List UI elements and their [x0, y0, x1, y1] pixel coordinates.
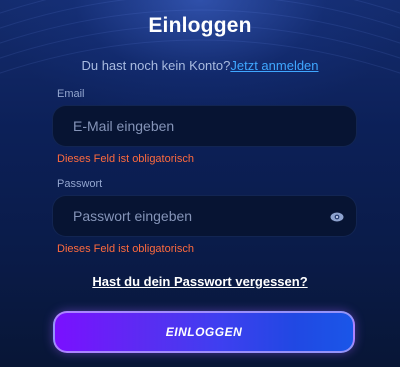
signup-link[interactable]: Jetzt anmelden [230, 58, 318, 73]
password-field[interactable] [53, 196, 356, 236]
login-button[interactable]: EINLOGGEN [53, 311, 355, 353]
signup-prompt-text: Du hast noch kein Konto? [81, 58, 231, 73]
page-title: Einloggen [148, 14, 252, 37]
login-panel: Einloggen Du hast noch kein Konto?Jetzt … [0, 0, 400, 367]
password-field-wrapper [52, 195, 357, 237]
password-error-message: Dieses Feld ist obligatorisch [57, 243, 194, 255]
signup-prompt-line: Du hast noch kein Konto?Jetzt anmelden [0, 58, 400, 73]
email-field[interactable] [53, 106, 356, 146]
email-label: Email [57, 88, 85, 100]
email-error-message: Dieses Feld ist obligatorisch [57, 153, 194, 165]
password-label: Passwort [57, 178, 103, 190]
eye-icon[interactable] [330, 210, 344, 224]
email-field-wrapper [52, 105, 357, 147]
forgot-password-link[interactable]: Hast du dein Passwort vergessen? [0, 274, 400, 289]
